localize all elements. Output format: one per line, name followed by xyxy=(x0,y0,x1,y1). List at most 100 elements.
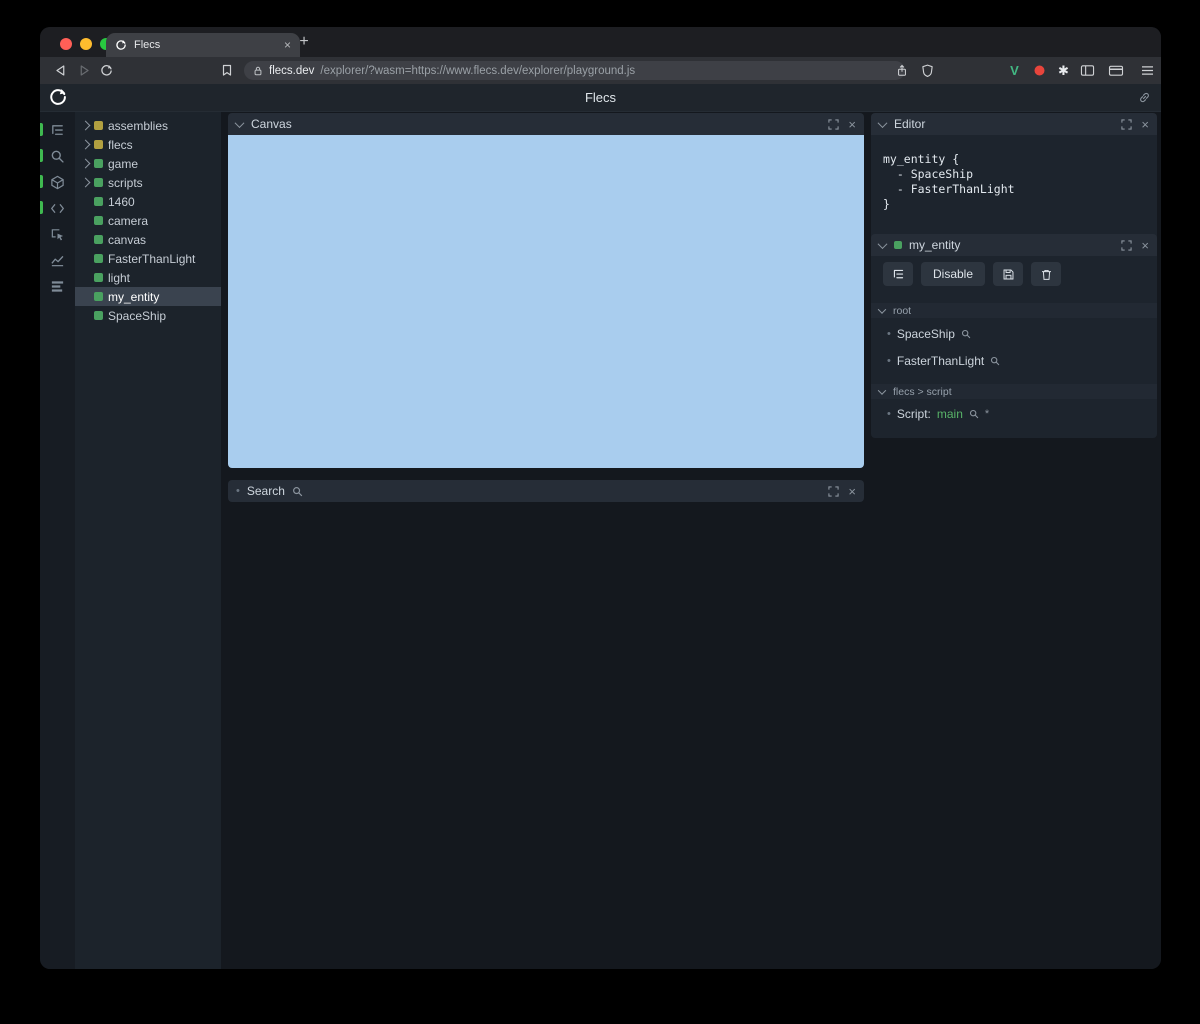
sidebar-toggle-icon[interactable] xyxy=(1079,62,1096,79)
chevron-right-icon[interactable] xyxy=(80,158,90,169)
tree-item-label: scripts xyxy=(108,175,143,190)
search-icon[interactable] xyxy=(961,329,971,339)
menu-icon[interactable] xyxy=(1139,62,1156,79)
delete-button[interactable] xyxy=(1031,262,1062,286)
url-path: /explorer/?wasm=https://www.flecs.dev/ex… xyxy=(320,64,636,77)
editor-panel: Editor × my_entity { - SpaceShip - Faste… xyxy=(871,113,1157,249)
bookmark-icon[interactable] xyxy=(218,62,235,79)
chevron-down-icon[interactable] xyxy=(877,304,887,314)
chevron-down-icon[interactable] xyxy=(877,238,888,249)
component-value: main xyxy=(936,407,963,421)
tab-close-icon[interactable]: × xyxy=(284,39,291,51)
chevron-right-icon[interactable] xyxy=(80,177,90,188)
tree-item[interactable]: flecs xyxy=(75,135,221,154)
render-canvas[interactable] xyxy=(228,135,864,468)
extension-v-icon[interactable]: V xyxy=(1006,62,1023,79)
tree-item-label: light xyxy=(108,270,131,285)
main-content: Canvas × • Search × Editor × my_entity {… xyxy=(221,112,1161,969)
chevron-down-icon[interactable] xyxy=(877,385,887,395)
expand-icon[interactable] xyxy=(828,485,840,497)
wallet-icon[interactable] xyxy=(1107,62,1124,79)
browser-tab[interactable]: Flecs × xyxy=(106,33,300,57)
tree-item[interactable]: SpaceShip xyxy=(75,306,221,325)
tab-strip: Flecs × + xyxy=(40,27,1161,57)
chevron-down-icon[interactable] xyxy=(877,117,888,128)
query-inspect-icon[interactable] xyxy=(45,221,71,247)
reload-icon[interactable] xyxy=(98,62,115,79)
search-view-icon[interactable] xyxy=(45,143,71,169)
lock-icon xyxy=(253,65,263,77)
minimize-window-button[interactable] xyxy=(80,38,92,50)
search-icon[interactable] xyxy=(990,356,1000,366)
show-in-tree-button[interactable] xyxy=(883,262,913,286)
section-header-script[interactable]: flecs > script xyxy=(871,384,1157,399)
close-icon[interactable]: × xyxy=(1141,239,1149,252)
chevron-right-icon[interactable] xyxy=(80,120,90,131)
stats-chart-icon[interactable] xyxy=(45,247,71,273)
shield-icon[interactable] xyxy=(919,62,936,79)
chevron-down-icon[interactable] xyxy=(234,117,245,128)
close-icon[interactable]: × xyxy=(848,118,856,131)
extensions-puzzle-icon[interactable]: ✱ xyxy=(1055,62,1072,79)
script-edit-icon[interactable]: * xyxy=(985,408,989,420)
permalink-icon[interactable] xyxy=(1138,91,1151,104)
tree-item-label: my_entity xyxy=(108,289,160,304)
address-bar[interactable]: flecs.dev/explorer/?wasm=https://www.fle… xyxy=(244,61,905,80)
tree-item[interactable]: canvas xyxy=(75,230,221,249)
expand-icon[interactable] xyxy=(828,118,840,130)
tree-item[interactable]: assemblies xyxy=(75,116,221,135)
code-view-icon[interactable] xyxy=(45,195,71,221)
entity-icon xyxy=(94,235,103,244)
editor-panel-header[interactable]: Editor × xyxy=(871,113,1157,135)
search-icon[interactable] xyxy=(969,409,979,419)
component-row[interactable]: • Script: main * xyxy=(887,406,989,422)
share-icon[interactable] xyxy=(893,62,910,79)
active-indicator xyxy=(40,149,43,162)
save-button[interactable] xyxy=(993,262,1024,286)
new-tab-button[interactable]: + xyxy=(294,32,314,52)
chevron-right-icon[interactable] xyxy=(80,139,90,150)
close-icon[interactable]: × xyxy=(848,485,856,498)
entity-icon xyxy=(894,241,902,249)
tree-item[interactable]: camera xyxy=(75,211,221,230)
panel-title: Editor xyxy=(894,117,926,131)
item-dot-icon: • xyxy=(887,327,891,340)
entity-panel-header[interactable]: my_entity × xyxy=(871,234,1157,256)
code-editor[interactable]: my_entity { - SpaceShip - FasterThanLigh… xyxy=(871,135,1157,249)
entity-icon xyxy=(94,197,103,206)
tab-title: Flecs xyxy=(134,39,161,51)
tree-item[interactable]: scripts xyxy=(75,173,221,192)
search-panel: • Search × xyxy=(228,480,864,502)
search-panel-header[interactable]: • Search × xyxy=(228,480,864,502)
tree-view-icon[interactable] xyxy=(45,117,71,143)
tree-item[interactable]: light xyxy=(75,268,221,287)
back-icon[interactable] xyxy=(52,62,69,79)
close-icon[interactable]: × xyxy=(1141,118,1149,131)
section-header-root[interactable]: root xyxy=(871,303,1157,318)
entity-icon xyxy=(94,273,103,282)
search-icon[interactable] xyxy=(292,486,303,497)
code-line: - SpaceShip xyxy=(883,167,974,181)
tree-item-selected[interactable]: my_entity xyxy=(75,287,221,306)
entities-cube-icon[interactable] xyxy=(45,169,71,195)
component-row[interactable]: • FasterThanLight xyxy=(887,353,1000,369)
panel-title: Search xyxy=(246,484,285,498)
entity-tree: assemblies flecs game scripts 1460 camer… xyxy=(75,112,221,969)
canvas-panel-header[interactable]: Canvas × xyxy=(228,113,864,135)
item-dot-icon: • xyxy=(887,407,891,420)
tab-favicon xyxy=(115,39,127,51)
tree-item[interactable]: FasterThanLight xyxy=(75,249,221,268)
forward-icon[interactable] xyxy=(76,62,93,79)
extension-dot-icon[interactable] xyxy=(1031,62,1048,79)
browser-window: Flecs × + flecs.dev/explorer/?wasm=https… xyxy=(40,27,1161,969)
entity-toolbar: Disable xyxy=(883,262,1062,286)
disable-button[interactable]: Disable xyxy=(921,262,986,286)
url-domain: flecs.dev xyxy=(269,64,315,77)
expand-icon[interactable] xyxy=(1121,239,1133,251)
tree-item[interactable]: 1460 xyxy=(75,192,221,211)
component-row[interactable]: • SpaceShip xyxy=(887,326,971,342)
expand-icon[interactable] xyxy=(1121,118,1133,130)
metrics-bars-icon[interactable] xyxy=(45,273,71,299)
close-window-button[interactable] xyxy=(60,38,72,50)
tree-item[interactable]: game xyxy=(75,154,221,173)
